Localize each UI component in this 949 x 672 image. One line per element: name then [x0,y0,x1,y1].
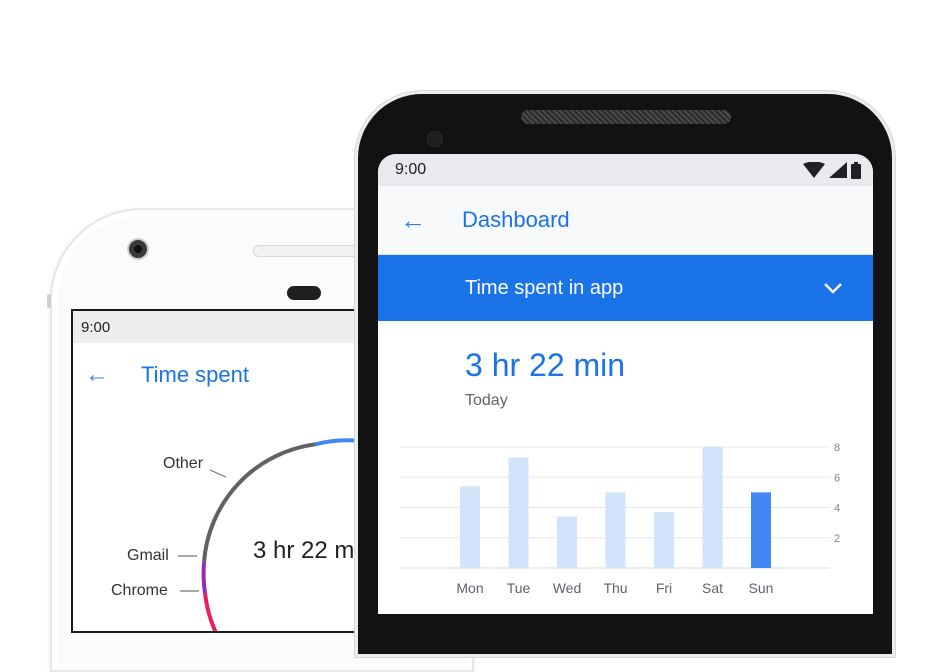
side-button [47,294,51,308]
donut-label-gmail: Gmail [127,547,169,564]
front-phone-screen: 9:00 ← Dashboard Time spent in app 3 hr … [378,154,873,614]
front-camera [129,240,147,258]
page-title: Dashboard [462,207,570,232]
x-tick-label-tue: Tue [507,580,531,596]
x-tick-label-sun: Sun [749,580,774,596]
donut-segment-other-app [315,438,362,447]
x-tick-label-fri: Fri [656,580,672,596]
usage-summary: 3 hr 22 min Today [378,347,873,410]
donut-segment-gmail [201,562,207,594]
back-arrow-icon[interactable]: ← [85,361,141,389]
y-tick-label-4: 4 [834,503,840,515]
speaker-grille [521,110,731,124]
app-bar: ← Dashboard [378,186,873,255]
metric-selector-label: Time spent in app [465,276,624,299]
bar-tue[interactable] [508,457,529,568]
donut-center-value: 3 hr 22 min [253,537,374,564]
bar-thu[interactable] [605,492,626,568]
y-tick-label-2: 2 [834,533,840,545]
cellular-signal-icon [829,162,847,178]
battery-icon [851,161,861,179]
wifi-icon [803,162,825,178]
back-arrow-icon[interactable]: ← [400,207,462,233]
donut-segment-chrome [203,592,218,631]
y-tick-label-8: 8 [834,442,840,454]
x-tick-label-thu: Thu [603,580,627,596]
summary-period: Today [465,392,508,409]
status-bar: 9:00 [378,154,873,186]
status-time: 9:00 [81,318,111,336]
leader-line-other [209,469,227,478]
donut-label-other: Other [163,455,204,472]
bar-wed[interactable] [557,516,577,568]
bar-mon[interactable] [460,486,480,568]
weekly-usage-bar-chart: 2 4 6 8 Mon Tue Wed Thu Fri Sat Sun [400,442,840,596]
proximity-sensor [287,286,321,300]
x-tick-label-sat: Sat [702,580,723,596]
chevron-down-icon[interactable] [823,282,843,294]
front-camera [428,132,442,146]
bar-fri[interactable] [654,512,674,568]
page-title: Time spent [141,362,250,387]
x-tick-label-mon: Mon [456,580,483,596]
metric-selector[interactable]: Time spent in app [378,255,873,321]
bar-sat[interactable] [702,447,723,568]
bar-sun[interactable] [751,492,771,568]
y-tick-label-6: 6 [834,472,840,484]
donut-label-chrome: Chrome [111,582,168,599]
x-tick-label-wed: Wed [553,580,582,596]
summary-value: 3 hr 22 min [465,347,626,383]
status-time: 9:00 [395,161,427,178]
status-icons [803,161,861,179]
earpiece-speaker [253,245,367,257]
